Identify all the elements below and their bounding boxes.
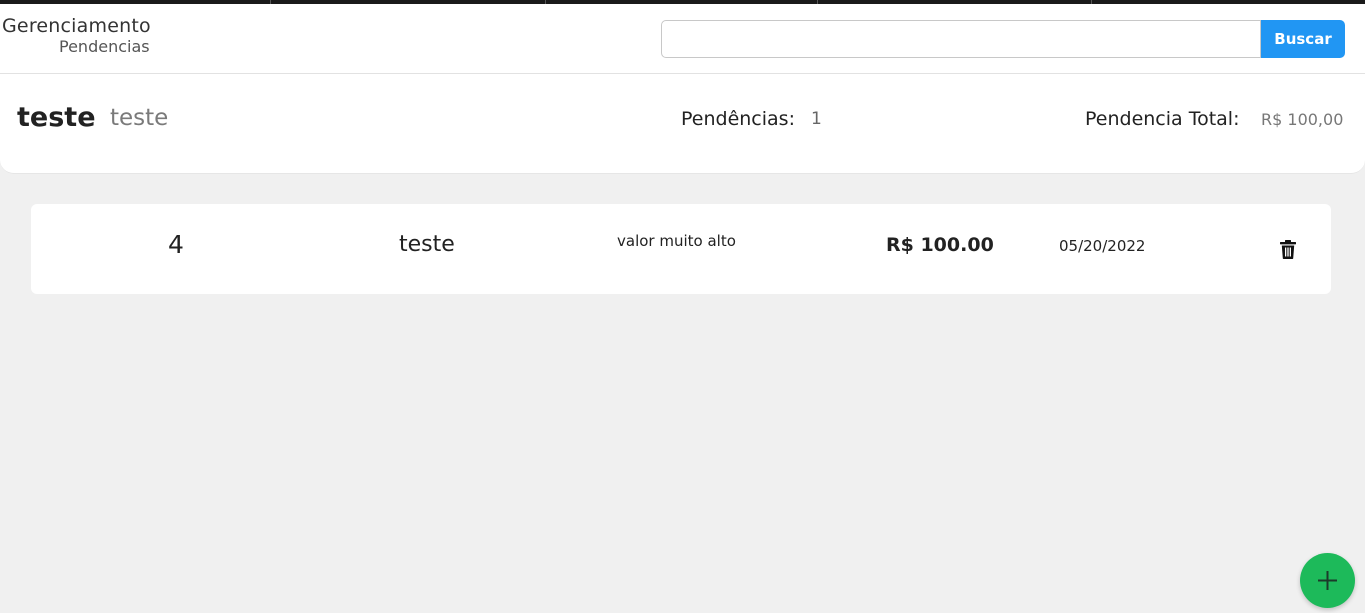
search-button[interactable]: Buscar	[1261, 20, 1345, 58]
add-pendencia-button[interactable]	[1300, 553, 1355, 608]
client-name: teste	[17, 102, 96, 133]
client-summary: teste teste Pendências: 1 Pendencia Tota…	[0, 74, 1365, 174]
app-subtitle: Pendencias	[59, 37, 150, 56]
pendencia-total-value: R$ 100,00	[1261, 110, 1344, 129]
list-item[interactable]: 4 teste valor muito alto R$ 100.00 05/20…	[31, 204, 1331, 294]
pendencias-count-value: 1	[811, 109, 822, 129]
pendencia-date: 05/20/2022	[1059, 237, 1146, 255]
app-title: Gerenciamento	[2, 15, 151, 37]
pendencias-count-label: Pendências:	[681, 108, 795, 130]
search-input[interactable]	[661, 20, 1261, 58]
pendencia-total-label: Pendencia Total:	[1085, 108, 1240, 130]
pendencia-value: R$ 100.00	[886, 234, 994, 256]
pendencia-description: valor muito alto	[617, 232, 736, 250]
pendencia-id: 4	[168, 230, 184, 259]
trash-icon[interactable]	[1280, 240, 1296, 259]
pendencia-name: teste	[399, 232, 455, 257]
app-header: Gerenciamento Pendencias Buscar	[0, 4, 1365, 74]
client-subtitle: teste	[110, 105, 169, 131]
